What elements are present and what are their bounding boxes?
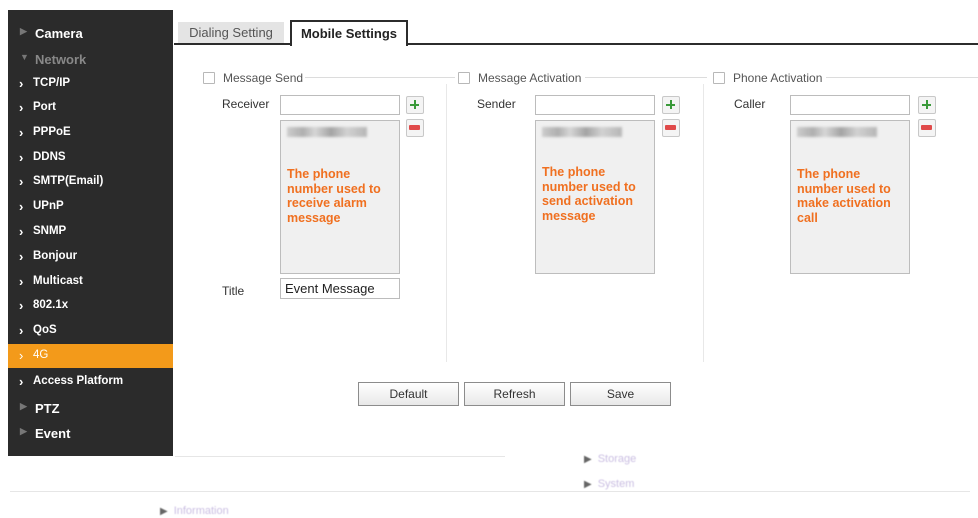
triangle-right-icon: ▶ <box>20 426 27 436</box>
tab-mobile-settings[interactable]: Mobile Settings <box>290 20 408 46</box>
sidebar-item-smtp[interactable]: › SMTP(Email) <box>8 170 173 194</box>
sidebar-item-4g[interactable]: › 4G <box>8 344 173 368</box>
caller-note: The phone number used to make activation… <box>797 167 891 225</box>
sender-list[interactable]: The phone number used to send activation… <box>535 120 655 274</box>
caller-list[interactable]: The phone number used to make activation… <box>790 120 910 274</box>
list-item[interactable] <box>797 127 877 137</box>
chevron-right-icon: › <box>19 348 24 363</box>
triangle-right-icon: ▶ <box>160 506 168 517</box>
list-item[interactable] <box>542 127 622 137</box>
sender-note: The phone number used to send activation… <box>542 165 636 223</box>
chevron-right-icon: › <box>19 323 24 338</box>
triangle-right-icon: ▶ <box>20 401 27 411</box>
receiver-note: The phone number used to receive alarm m… <box>287 167 381 225</box>
message-activation-checkbox[interactable] <box>458 72 470 84</box>
minus-icon <box>409 125 420 130</box>
phone-activation-legend: Phone Activation <box>713 71 822 85</box>
tab-bar: Dialing Setting Mobile Settings <box>174 20 978 46</box>
chevron-right-icon: › <box>19 224 24 239</box>
chevron-right-icon: › <box>19 150 24 165</box>
chevron-right-icon: › <box>19 199 24 214</box>
sidebar-item-bonjour[interactable]: › Bonjour <box>8 245 173 269</box>
divider <box>446 84 447 362</box>
sidebar-item-port[interactable]: › Port <box>8 96 173 120</box>
chevron-right-icon: › <box>19 274 24 289</box>
minus-icon <box>921 125 932 130</box>
divider <box>305 77 455 78</box>
chevron-right-icon: › <box>19 100 24 115</box>
receiver-list[interactable]: The phone number used to receive alarm m… <box>280 120 400 274</box>
chevron-right-icon: › <box>19 174 24 189</box>
title-input[interactable] <box>280 278 400 299</box>
chevron-right-icon: › <box>19 249 24 264</box>
sidebar-item-ddns[interactable]: › DDNS <box>8 146 173 170</box>
divider <box>585 77 707 78</box>
chevron-right-icon: › <box>19 298 24 313</box>
chevron-right-icon: › <box>19 374 24 389</box>
sender-label: Sender <box>477 97 516 111</box>
caller-input[interactable] <box>790 95 910 115</box>
sidebar-item-qos[interactable]: › QoS <box>8 319 173 343</box>
refresh-button[interactable]: Refresh <box>464 382 565 406</box>
nav-link-system[interactable]: ▶ System <box>584 478 634 490</box>
divider <box>703 84 704 362</box>
title-label: Title <box>222 284 245 298</box>
tab-dialing-setting[interactable]: Dialing Setting <box>178 22 284 43</box>
receiver-label: Receiver <box>222 97 270 111</box>
divider <box>10 491 970 492</box>
sender-input[interactable] <box>535 95 655 115</box>
sidebar-item-tcpip[interactable]: › TCP/IP <box>8 72 173 96</box>
triangle-right-icon: ▶ <box>584 454 592 465</box>
sidebar-item-upnp[interactable]: › UPnP <box>8 195 173 219</box>
remove-sender-button[interactable] <box>662 119 680 137</box>
triangle-right-icon: ▶ <box>584 479 592 490</box>
remove-receiver-button[interactable] <box>406 119 424 137</box>
nav-link-information[interactable]: ▶ Information <box>160 505 229 517</box>
triangle-down-icon: ▼ <box>20 52 29 62</box>
divider <box>826 77 978 78</box>
chevron-right-icon: › <box>19 125 24 140</box>
minus-icon <box>665 125 676 130</box>
sidebar-item-8021x[interactable]: › 802.1x <box>8 294 173 318</box>
add-receiver-button[interactable] <box>406 96 424 114</box>
divider <box>175 456 505 457</box>
add-caller-button[interactable] <box>918 96 936 114</box>
nav-link-storage[interactable]: ▶ Storage <box>584 453 636 465</box>
message-send-checkbox[interactable] <box>203 72 215 84</box>
sidebar-item-access-platform[interactable]: › Access Platform <box>8 370 173 394</box>
default-button[interactable]: Default <box>358 382 459 406</box>
sidebar-item-snmp[interactable]: › SNMP <box>8 220 173 244</box>
sidebar-item-multicast[interactable]: › Multicast <box>8 270 173 294</box>
sidebar-item-pppoe[interactable]: › PPPoE <box>8 121 173 145</box>
message-activation-legend: Message Activation <box>458 71 581 85</box>
chevron-right-icon: › <box>19 76 24 91</box>
triangle-right-icon: ▶ <box>20 26 27 36</box>
caller-label: Caller <box>734 97 766 111</box>
phone-activation-checkbox[interactable] <box>713 72 725 84</box>
message-send-legend: Message Send <box>203 71 303 85</box>
settings-sidebar: ▶ Camera ▼ Network › TCP/IP › Port › PPP… <box>8 10 173 456</box>
save-button[interactable]: Save <box>570 382 671 406</box>
remove-caller-button[interactable] <box>918 119 936 137</box>
receiver-input[interactable] <box>280 95 400 115</box>
add-sender-button[interactable] <box>662 96 680 114</box>
list-item[interactable] <box>287 127 367 137</box>
